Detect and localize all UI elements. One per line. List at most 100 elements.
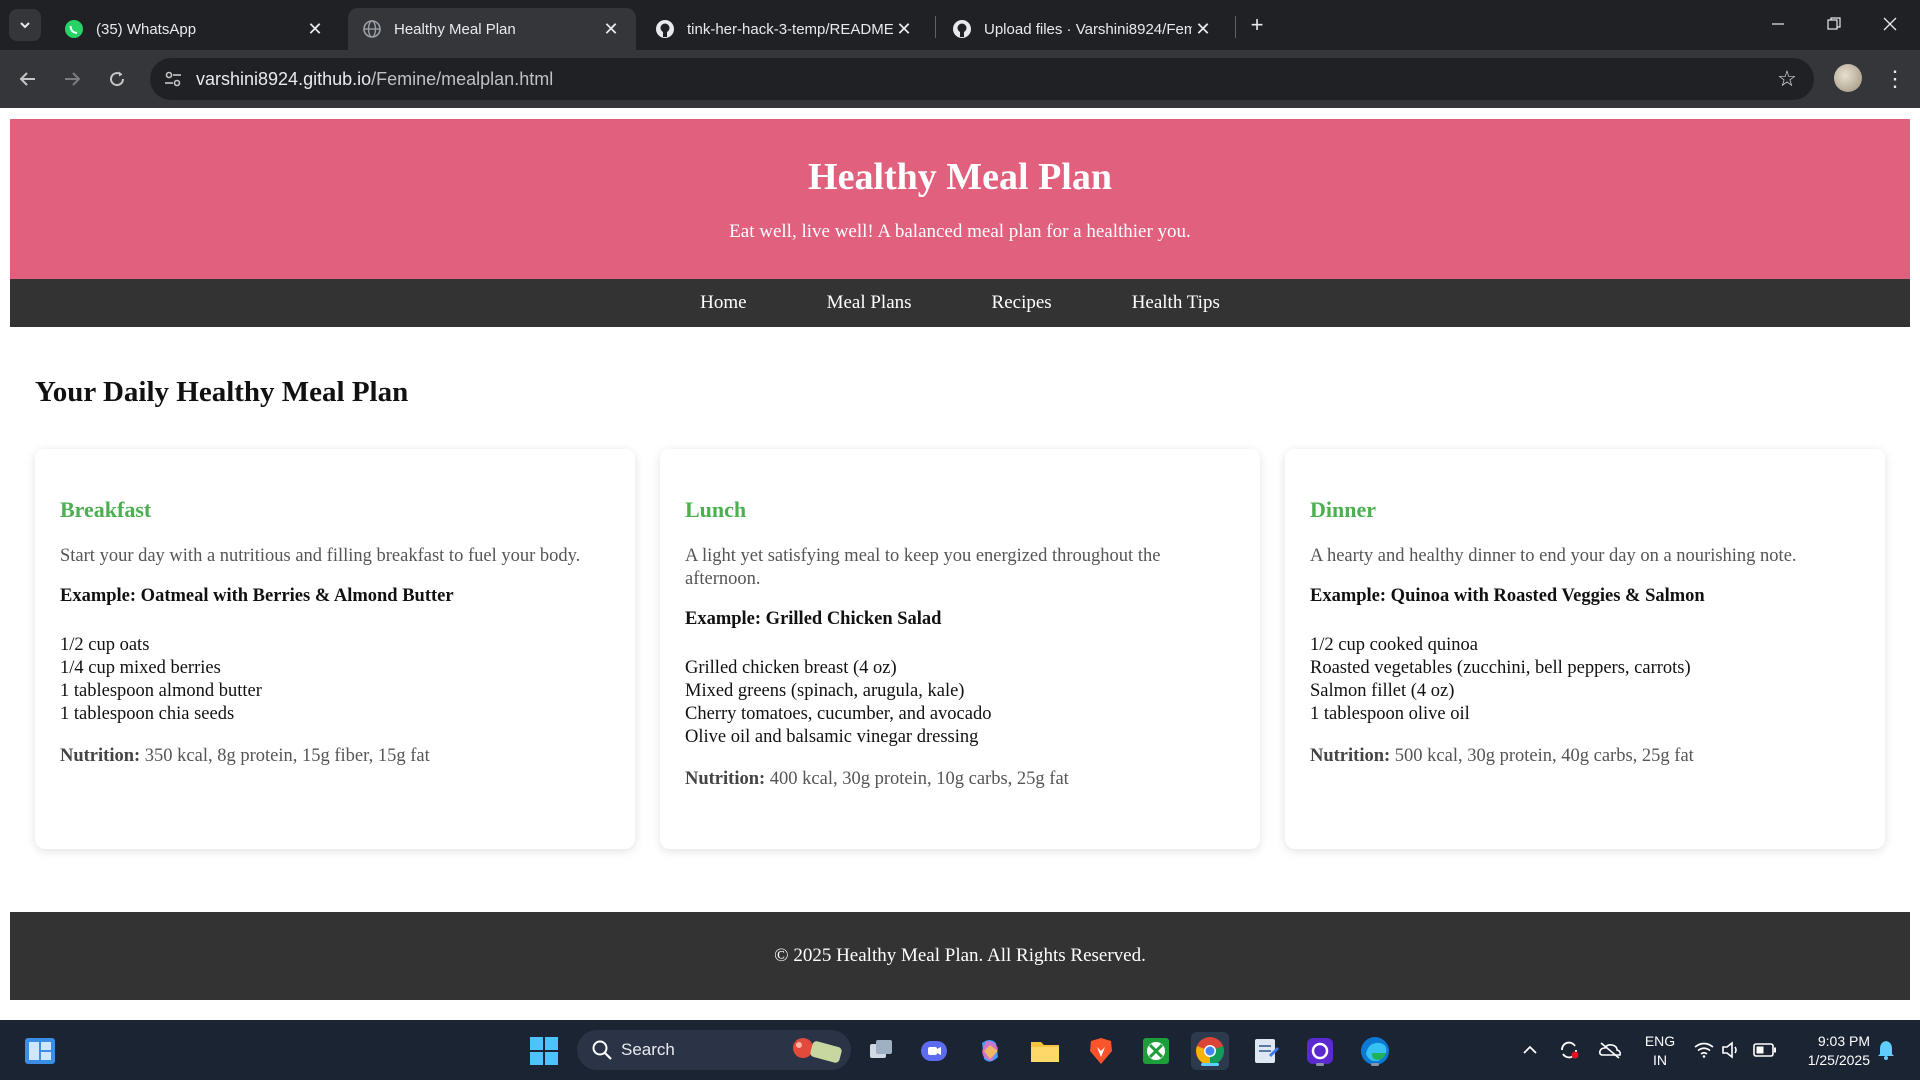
taskbar-clock[interactable]: 9:03 PM 1/25/2025 bbox=[1790, 1032, 1870, 1070]
section-title: Your Daily Healthy Meal Plan bbox=[35, 376, 409, 408]
back-button[interactable] bbox=[12, 63, 44, 95]
taskbar-search[interactable]: Search bbox=[577, 1030, 851, 1070]
edge-icon[interactable] bbox=[1356, 1032, 1394, 1070]
tab-healthy-meal-plan[interactable]: Healthy Meal Plan ✕ bbox=[348, 8, 636, 50]
brave-browser-icon[interactable] bbox=[1082, 1032, 1120, 1070]
ingredient-item: 1/2 cup oats bbox=[60, 635, 150, 655]
reload-icon bbox=[110, 71, 125, 87]
chevron-down-icon bbox=[20, 22, 30, 29]
tab-title: (35) WhatsApp bbox=[96, 20, 197, 38]
chrome-icon[interactable] bbox=[1191, 1032, 1229, 1070]
task-view-icon[interactable] bbox=[862, 1032, 900, 1070]
clock-time: 9:03 PM bbox=[1817, 1033, 1870, 1049]
meal-example: Example: Grilled Chicken Salad bbox=[685, 609, 942, 629]
meal-example: Example: Oatmeal with Berries & Almond B… bbox=[60, 586, 454, 606]
globe-icon bbox=[362, 19, 382, 39]
nutrition-value: 400 kcal, 30g protein, 10g carbs, 25g fa… bbox=[769, 769, 1069, 789]
reload-button[interactable] bbox=[101, 63, 133, 95]
meal-description: A light yet satisfying meal to keep you … bbox=[685, 546, 1161, 589]
tab-whatsapp[interactable]: (35) WhatsApp ✕ bbox=[50, 8, 340, 50]
tab-github-readme[interactable]: tink-her-hack-3-temp/README ✕ bbox=[641, 8, 929, 50]
meal-example: Example: Quinoa with Roasted Veggies & S… bbox=[1310, 586, 1705, 606]
notepad-icon[interactable] bbox=[1247, 1032, 1285, 1070]
arrow-right-icon bbox=[65, 72, 81, 86]
close-icon[interactable]: ✕ bbox=[600, 18, 622, 40]
close-window-button[interactable] bbox=[1862, 0, 1918, 48]
whatsapp-icon bbox=[64, 19, 84, 39]
meal-description: Start your day with a nutritious and fil… bbox=[60, 546, 581, 566]
meal-nutrition: Nutrition: 500 kcal, 30g protein, 40g ca… bbox=[1310, 746, 1860, 767]
onedrive-off-icon[interactable] bbox=[1597, 1020, 1623, 1080]
language-indicator[interactable]: ENG IN bbox=[1640, 1032, 1680, 1070]
site-info-icon[interactable] bbox=[162, 68, 184, 90]
nav-link-health-tips[interactable]: Health Tips bbox=[1132, 292, 1220, 314]
nav-link-home[interactable]: Home bbox=[700, 292, 746, 314]
wifi-icon[interactable] bbox=[1692, 1020, 1716, 1080]
address-bar[interactable]: varshini8924.github.io/Femine/mealplan.h… bbox=[150, 58, 1814, 100]
meal-nutrition: Nutrition: 400 kcal, 30g protein, 10g ca… bbox=[685, 769, 1235, 790]
language-code: ENG bbox=[1644, 1033, 1676, 1049]
close-icon[interactable]: ✕ bbox=[893, 18, 915, 40]
tab-github-upload[interactable]: Upload files · Varshini8924/Fem ✕ bbox=[938, 8, 1228, 50]
profile-avatar[interactable] bbox=[1834, 64, 1862, 92]
minimize-icon bbox=[1772, 23, 1784, 25]
site-title: Healthy Meal Plan bbox=[808, 156, 1112, 198]
nutrition-label: Nutrition: bbox=[685, 769, 766, 789]
meal-title: Dinner bbox=[1310, 497, 1376, 522]
clock-date: 1/25/2025 bbox=[1807, 1052, 1870, 1068]
running-indicator bbox=[1371, 1063, 1379, 1066]
arrow-left-icon bbox=[19, 72, 35, 86]
ingredient-item: 1 tablespoon chia seeds bbox=[60, 704, 235, 724]
meal-description: A hearty and healthy dinner to end your … bbox=[1310, 546, 1797, 566]
meal-title: Breakfast bbox=[60, 497, 152, 522]
battery-icon[interactable] bbox=[1752, 1020, 1778, 1080]
tab-title: tink-her-hack-3-temp/README bbox=[687, 20, 893, 38]
nutrition-value: 500 kcal, 30g protein, 40g carbs, 25g fa… bbox=[1394, 746, 1694, 766]
ingredient-item: 1 tablespoon almond butter bbox=[60, 681, 262, 701]
show-hidden-icons-icon[interactable] bbox=[1520, 1020, 1540, 1080]
site-tagline: Eat well, live well! A balanced meal pla… bbox=[729, 221, 1191, 242]
tab-divider bbox=[935, 16, 936, 38]
tab-title: Healthy Meal Plan bbox=[394, 20, 516, 38]
search-label: Search bbox=[621, 1040, 675, 1059]
bookmark-star-icon[interactable]: ☆ bbox=[1774, 66, 1800, 92]
minimize-button[interactable] bbox=[1750, 0, 1806, 48]
page-viewport: Healthy Meal Plan Eat well, live well! A… bbox=[0, 108, 1920, 1020]
tab-strip: (35) WhatsApp ✕ Healthy Meal Plan ✕ tink… bbox=[0, 0, 1920, 50]
restore-button[interactable] bbox=[1806, 0, 1862, 48]
app-pink-icon[interactable] bbox=[1301, 1032, 1339, 1070]
site-footer: © 2025 Healthy Meal Plan. All Rights Res… bbox=[10, 912, 1910, 1000]
volume-icon[interactable] bbox=[1719, 1020, 1743, 1080]
nav-link-recipes[interactable]: Recipes bbox=[992, 292, 1052, 314]
running-indicator bbox=[1201, 1063, 1219, 1066]
close-icon[interactable]: ✕ bbox=[1192, 18, 1214, 40]
meal-card-breakfast: Breakfast Start your day with a nutritio… bbox=[35, 449, 635, 849]
ingredient-item: 1/4 cup mixed berries bbox=[60, 658, 221, 678]
nav-link-meal-plans[interactable]: Meal Plans bbox=[827, 292, 912, 314]
ingredient-item: Olive oil and balsamic vinegar dressing bbox=[685, 727, 979, 747]
notification-bell-icon[interactable] bbox=[1874, 1020, 1898, 1080]
xbox-icon[interactable] bbox=[1137, 1032, 1175, 1070]
forward-button[interactable] bbox=[56, 63, 88, 95]
ingredient-item: 1 tablespoon olive oil bbox=[1310, 704, 1470, 724]
ingredient-item: Roasted vegetables (zucchini, bell peppe… bbox=[1310, 658, 1691, 678]
search-highlight-icon bbox=[793, 1038, 842, 1063]
meet-icon[interactable] bbox=[915, 1032, 953, 1070]
sync-icon[interactable] bbox=[1556, 1020, 1582, 1080]
restore-icon bbox=[1827, 17, 1841, 30]
url-text: varshini8924.github.io/Femine/mealplan.h… bbox=[196, 69, 553, 90]
new-tab-button[interactable]: + bbox=[1242, 10, 1272, 40]
widgets-icon[interactable] bbox=[24, 1036, 56, 1066]
tab-title: Upload files · Varshini8924/Fem bbox=[984, 20, 1192, 38]
github-icon bbox=[952, 19, 972, 39]
search-icon bbox=[592, 1040, 612, 1060]
file-explorer-icon[interactable] bbox=[1026, 1032, 1064, 1070]
copilot-icon[interactable] bbox=[971, 1032, 1009, 1070]
close-icon[interactable]: ✕ bbox=[304, 18, 326, 40]
ingredient-item: Grilled chicken breast (4 oz) bbox=[685, 658, 897, 678]
browser-menu-icon[interactable]: ⋮ bbox=[1880, 63, 1910, 95]
tab-search-button[interactable] bbox=[9, 9, 41, 41]
github-icon bbox=[655, 19, 675, 39]
ingredient-item: Salmon fillet (4 oz) bbox=[1310, 681, 1455, 701]
start-button[interactable] bbox=[525, 1032, 563, 1070]
